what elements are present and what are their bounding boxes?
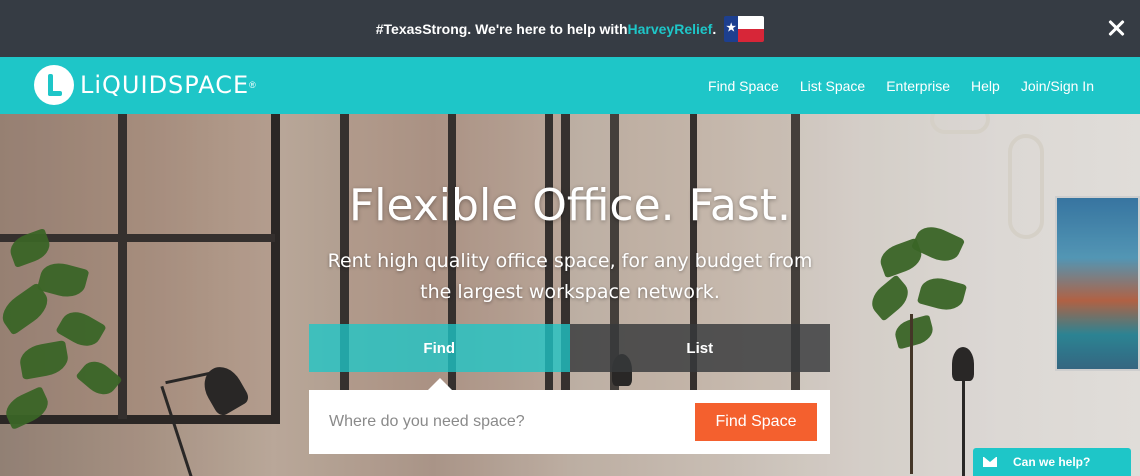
close-icon[interactable] xyxy=(1102,14,1130,42)
brand-name: LiQUIDSPACE xyxy=(80,71,250,99)
hero-section: Flexible Office. Fast. Rent high quality… xyxy=(0,114,1140,476)
envelope-icon xyxy=(983,457,997,467)
announcement-text: #TexasStrong. We're here to help with xyxy=(375,20,628,37)
tab-list[interactable]: List xyxy=(569,324,830,372)
main-nav: Find Space List Space Enterprise Help Jo… xyxy=(708,57,1094,114)
nav-list-space[interactable]: List Space xyxy=(800,78,865,94)
texas-flag-icon: ★ xyxy=(724,15,765,42)
nav-find-space[interactable]: Find Space xyxy=(708,78,779,94)
nav-enterprise[interactable]: Enterprise xyxy=(886,78,950,94)
find-list-tabs: Find List xyxy=(309,324,830,372)
location-search-input[interactable] xyxy=(329,404,679,440)
announcement-bar: #TexasStrong. We're here to help with Ha… xyxy=(0,0,1140,57)
active-tab-pointer xyxy=(428,378,452,390)
find-space-button[interactable]: Find Space xyxy=(695,403,817,441)
chat-label: Can we help? xyxy=(1013,455,1091,469)
nav-help[interactable]: Help xyxy=(971,78,1000,94)
chat-widget[interactable]: Can we help? xyxy=(973,448,1131,476)
announcement-period: . xyxy=(712,20,717,37)
tab-find[interactable]: Find xyxy=(309,324,570,372)
logo-link[interactable]: LiQUIDSPACE ® xyxy=(34,65,256,105)
hero-headline: Flexible Office. Fast. xyxy=(348,180,792,231)
hero-subheadline: Rent high quality office space, for any … xyxy=(327,250,813,303)
announcement-message: #TexasStrong. We're here to help with Ha… xyxy=(375,15,765,42)
site-header: LiQUIDSPACE ® Find Space List Space Ente… xyxy=(0,57,1140,114)
nav-join-sign-in[interactable]: Join/Sign In xyxy=(1021,78,1094,94)
harvey-relief-link[interactable]: HarveyRelief xyxy=(628,21,713,37)
liquidspace-logo-icon xyxy=(34,65,74,105)
search-box: Find Space xyxy=(309,390,830,454)
registered-mark: ® xyxy=(249,80,256,90)
